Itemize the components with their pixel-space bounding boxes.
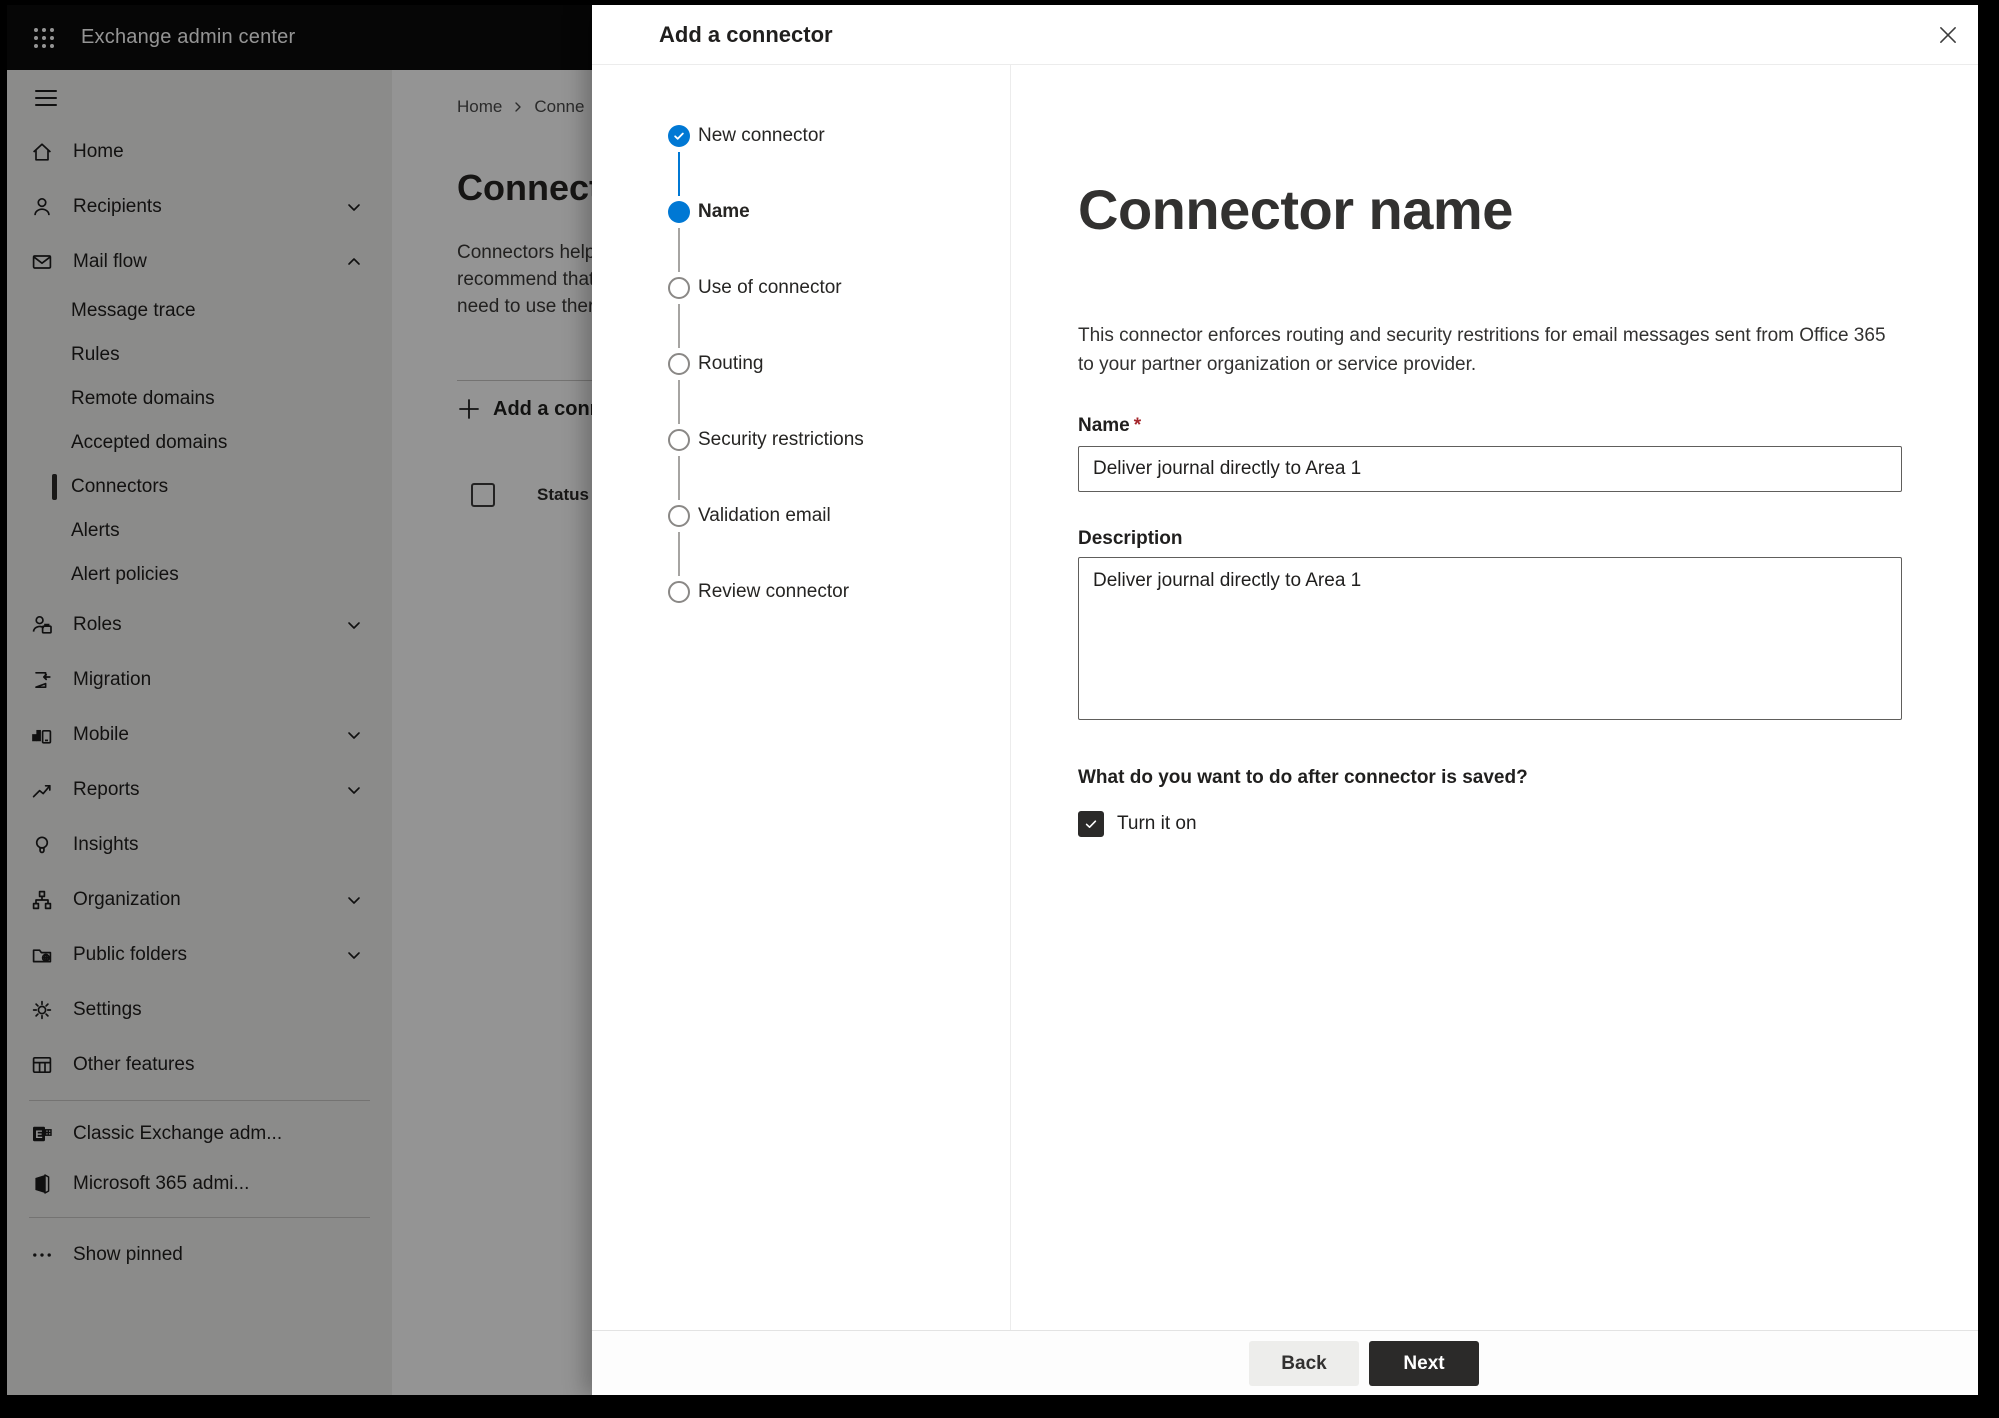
step-connector-line <box>678 228 680 272</box>
close-icon <box>1937 24 1959 46</box>
step-todo-dot <box>668 505 690 527</box>
name-input[interactable] <box>1078 446 1902 492</box>
step-todo-dot <box>668 429 690 451</box>
dialog-header: Add a connector <box>592 5 1978 65</box>
step-label: Review connector <box>698 581 850 602</box>
step-use-of-connector[interactable]: Use of connector <box>668 277 1010 353</box>
step-label: Name <box>698 201 750 222</box>
turn-it-on-checkbox[interactable] <box>1078 811 1104 837</box>
step-new-connector[interactable]: New connector <box>668 125 1010 201</box>
required-asterisk: * <box>1133 415 1142 436</box>
add-connector-dialog: Add a connector New connector Name Use o… <box>592 5 1978 1395</box>
footer-buttons: Back Next <box>1249 1341 1479 1386</box>
wizard-stepper: New connector Name Use of connector Rout… <box>592 65 1011 1330</box>
description-textarea[interactable]: Deliver journal directly to Area 1 <box>1078 557 1902 720</box>
name-field-label: Name * <box>1078 415 1142 436</box>
step-connector-line <box>678 456 680 500</box>
dialog-content: Connector name This connector enforces r… <box>1011 65 1978 1330</box>
step-name[interactable]: Name <box>668 201 1010 277</box>
turn-it-on-label: Turn it on <box>1117 813 1197 834</box>
turn-it-on-row: Turn it on <box>1078 811 1902 837</box>
step-connector-line <box>678 532 680 576</box>
step-connector-line <box>678 304 680 348</box>
step-description: This connector enforces routing and secu… <box>1078 325 1886 375</box>
step-todo-dot <box>668 277 690 299</box>
step-label: Validation email <box>698 505 831 526</box>
step-routing[interactable]: Routing <box>668 353 1010 429</box>
step-todo-dot <box>668 581 690 603</box>
step-label: Security restrictions <box>698 429 864 450</box>
back-button[interactable]: Back <box>1249 1341 1359 1386</box>
step-done-icon <box>668 125 690 147</box>
after-save-question: What do you want to do after connector i… <box>1078 767 1528 788</box>
step-todo-dot <box>668 353 690 375</box>
step-label: New connector <box>698 125 825 146</box>
next-button[interactable]: Next <box>1369 1341 1479 1386</box>
step-current-dot <box>668 201 690 223</box>
close-button[interactable] <box>1932 19 1964 51</box>
step-heading: Connector name <box>1078 178 1513 241</box>
app-window: Exchange admin center Home Recipients Ma… <box>7 5 1978 1395</box>
checkmark-icon <box>1083 816 1099 832</box>
step-label: Routing <box>698 353 764 374</box>
dialog-body: New connector Name Use of connector Rout… <box>592 65 1978 1330</box>
dialog-footer: Back Next <box>592 1330 1978 1395</box>
step-review-connector[interactable]: Review connector <box>668 581 1010 657</box>
step-label: Use of connector <box>698 277 842 298</box>
description-field-label: Description <box>1078 528 1183 549</box>
step-security-restrictions[interactable]: Security restrictions <box>668 429 1010 505</box>
step-connector-line <box>678 152 680 196</box>
step-validation-email[interactable]: Validation email <box>668 505 1010 581</box>
step-connector-line <box>678 380 680 424</box>
dialog-title: Add a connector <box>659 21 833 47</box>
